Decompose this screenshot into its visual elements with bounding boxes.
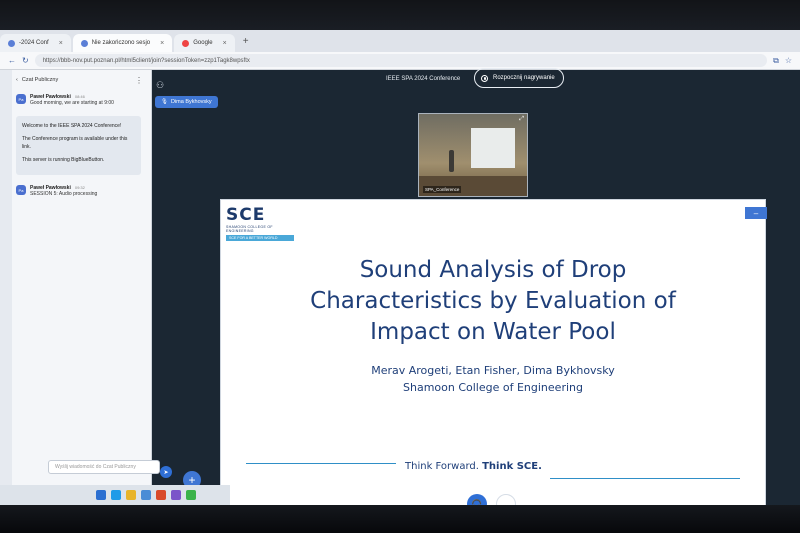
slide-title: Sound Analysis of Drop Characteristics b… <box>238 255 748 348</box>
slide-authors: Merav Arogeti, Etan Fisher, Dima Bykhovs… <box>371 364 615 377</box>
footer-divider-right <box>550 478 740 479</box>
teams-icon[interactable] <box>171 490 181 500</box>
browser-tab[interactable]: -2024 Conf × <box>0 34 71 52</box>
reload-icon[interactable]: ↻ <box>22 56 29 65</box>
close-icon[interactable]: × <box>59 40 63 47</box>
users-icon[interactable]: ⚇ <box>156 80 164 91</box>
monitor-bezel-bottom <box>0 505 800 533</box>
minimize-presentation-button[interactable]: – <box>745 207 767 219</box>
bookmark-star-icon[interactable]: ☆ <box>785 56 792 65</box>
monitor-bezel-top <box>0 0 800 34</box>
fullscreen-icon[interactable]: ⤢ <box>519 116 524 123</box>
tab-label: Google <box>193 40 213 46</box>
url-field[interactable]: https://bbb-nov.put.poznan.pl/html5clien… <box>34 54 768 67</box>
navigation-strip <box>0 70 12 485</box>
install-app-icon[interactable]: ⧉ <box>773 56 779 66</box>
chat-message-input[interactable]: Wyślij wiadomość do Czat Publiczny <box>48 460 160 474</box>
welcome-line: The Conference program is available unde… <box>22 136 128 150</box>
os-taskbar <box>0 485 230 505</box>
avatar: Pa <box>16 185 26 195</box>
office-icon[interactable] <box>156 490 166 500</box>
browser-tab-active[interactable]: Nie zakończono sesjo × <box>72 34 173 52</box>
back-icon[interactable]: ← <box>8 56 16 65</box>
chat-message: Pa Paweł Pawłowski 09:32 SESSION 5: Audio… <box>0 181 151 201</box>
record-label: Rozpocznij nagrywanie <box>493 75 555 81</box>
chat-header: ‹ Czat Publiczny ⋮ <box>0 70 151 90</box>
logo-tagline: SCE FOR A BETTER WORLD <box>226 235 294 241</box>
avatar: Pa <box>16 94 26 104</box>
logo-mark: SCE <box>226 205 266 225</box>
message-time: 08:46 <box>74 94 85 99</box>
title-line: Sound Analysis of Drop <box>359 257 627 283</box>
talking-indicator: 🎙 Dima Bykhovsky <box>155 96 218 108</box>
address-bar: ← ↻ https://bbb-nov.put.poznan.pl/html5c… <box>0 52 800 70</box>
title-line: Impact on Water Pool <box>370 319 616 345</box>
chrome-icon[interactable] <box>186 490 196 500</box>
send-button[interactable]: ➤ <box>160 466 172 478</box>
slide-footer: Think Forward. Think SCE. <box>405 461 542 472</box>
welcome-line: This server is running BigBlueButton. <box>22 157 105 163</box>
edge-icon[interactable] <box>111 490 121 500</box>
message-time: 09:32 <box>74 185 85 190</box>
message-text: Good morning, we are starting at 9:00 <box>30 100 114 106</box>
meeting-title: IEEE SPA 2024 Conference <box>386 76 461 82</box>
favicon-icon <box>8 39 15 47</box>
tab-label: -2024 Conf <box>19 40 49 46</box>
start-icon[interactable] <box>96 490 106 500</box>
webcam-label: SPA_Conference <box>423 186 462 193</box>
presentation-slide <box>220 199 766 506</box>
microphone-icon: 🎙 <box>161 99 168 105</box>
title-line: Characteristics by Evaluation of <box>310 288 676 314</box>
projector-screen <box>471 128 515 168</box>
message-text: SESSION 5: Audio processing <box>30 191 98 197</box>
folder-icon[interactable] <box>126 490 136 500</box>
google-icon <box>182 39 190 47</box>
chat-panel: ‹ Czat Publiczny ⋮ Pa Paweł Pawłowski 08:… <box>0 70 152 485</box>
browser-tab[interactable]: Google × <box>174 34 235 52</box>
record-button[interactable]: Rozpocznij nagrywanie <box>474 68 564 88</box>
welcome-message: Welcome to the IEEE SPA 2024 Conference!… <box>16 116 141 175</box>
record-icon <box>481 74 488 82</box>
more-options-icon[interactable]: ⋮ <box>135 76 143 85</box>
chat-message: Pa Paweł Pawłowski 08:46 Good morning, we… <box>0 90 151 110</box>
chevron-left-icon[interactable]: ‹ <box>16 77 18 83</box>
webcam-video[interactable]: SPA_Conference ⤢ <box>418 113 528 197</box>
presenter-figure <box>449 150 454 172</box>
close-icon[interactable]: × <box>160 40 164 47</box>
tab-label: Nie zakończono sesjo <box>91 40 151 46</box>
welcome-line: Welcome to the IEEE SPA 2024 Conference! <box>22 123 122 129</box>
new-tab-button[interactable]: + <box>237 36 255 47</box>
logo-subtitle: SHAMOON COLLEGE OF ENGINEERING <box>226 225 273 233</box>
chat-title: Czat Publiczny <box>21 77 59 83</box>
mail-icon[interactable] <box>141 490 151 500</box>
favicon-icon <box>80 39 88 47</box>
speaker-name: Dima Bykhovsky <box>170 99 212 105</box>
close-icon[interactable]: × <box>223 40 227 47</box>
slide-affiliation: Shamoon College of Engineering <box>403 381 583 394</box>
browser-tab-bar: -2024 Conf × Nie zakończono sesjo × Goog… <box>0 30 800 52</box>
footer-divider-left <box>246 463 396 464</box>
sce-logo: SCE SHAMOON COLLEGE OF ENGINEERING SCE F… <box>226 206 296 241</box>
